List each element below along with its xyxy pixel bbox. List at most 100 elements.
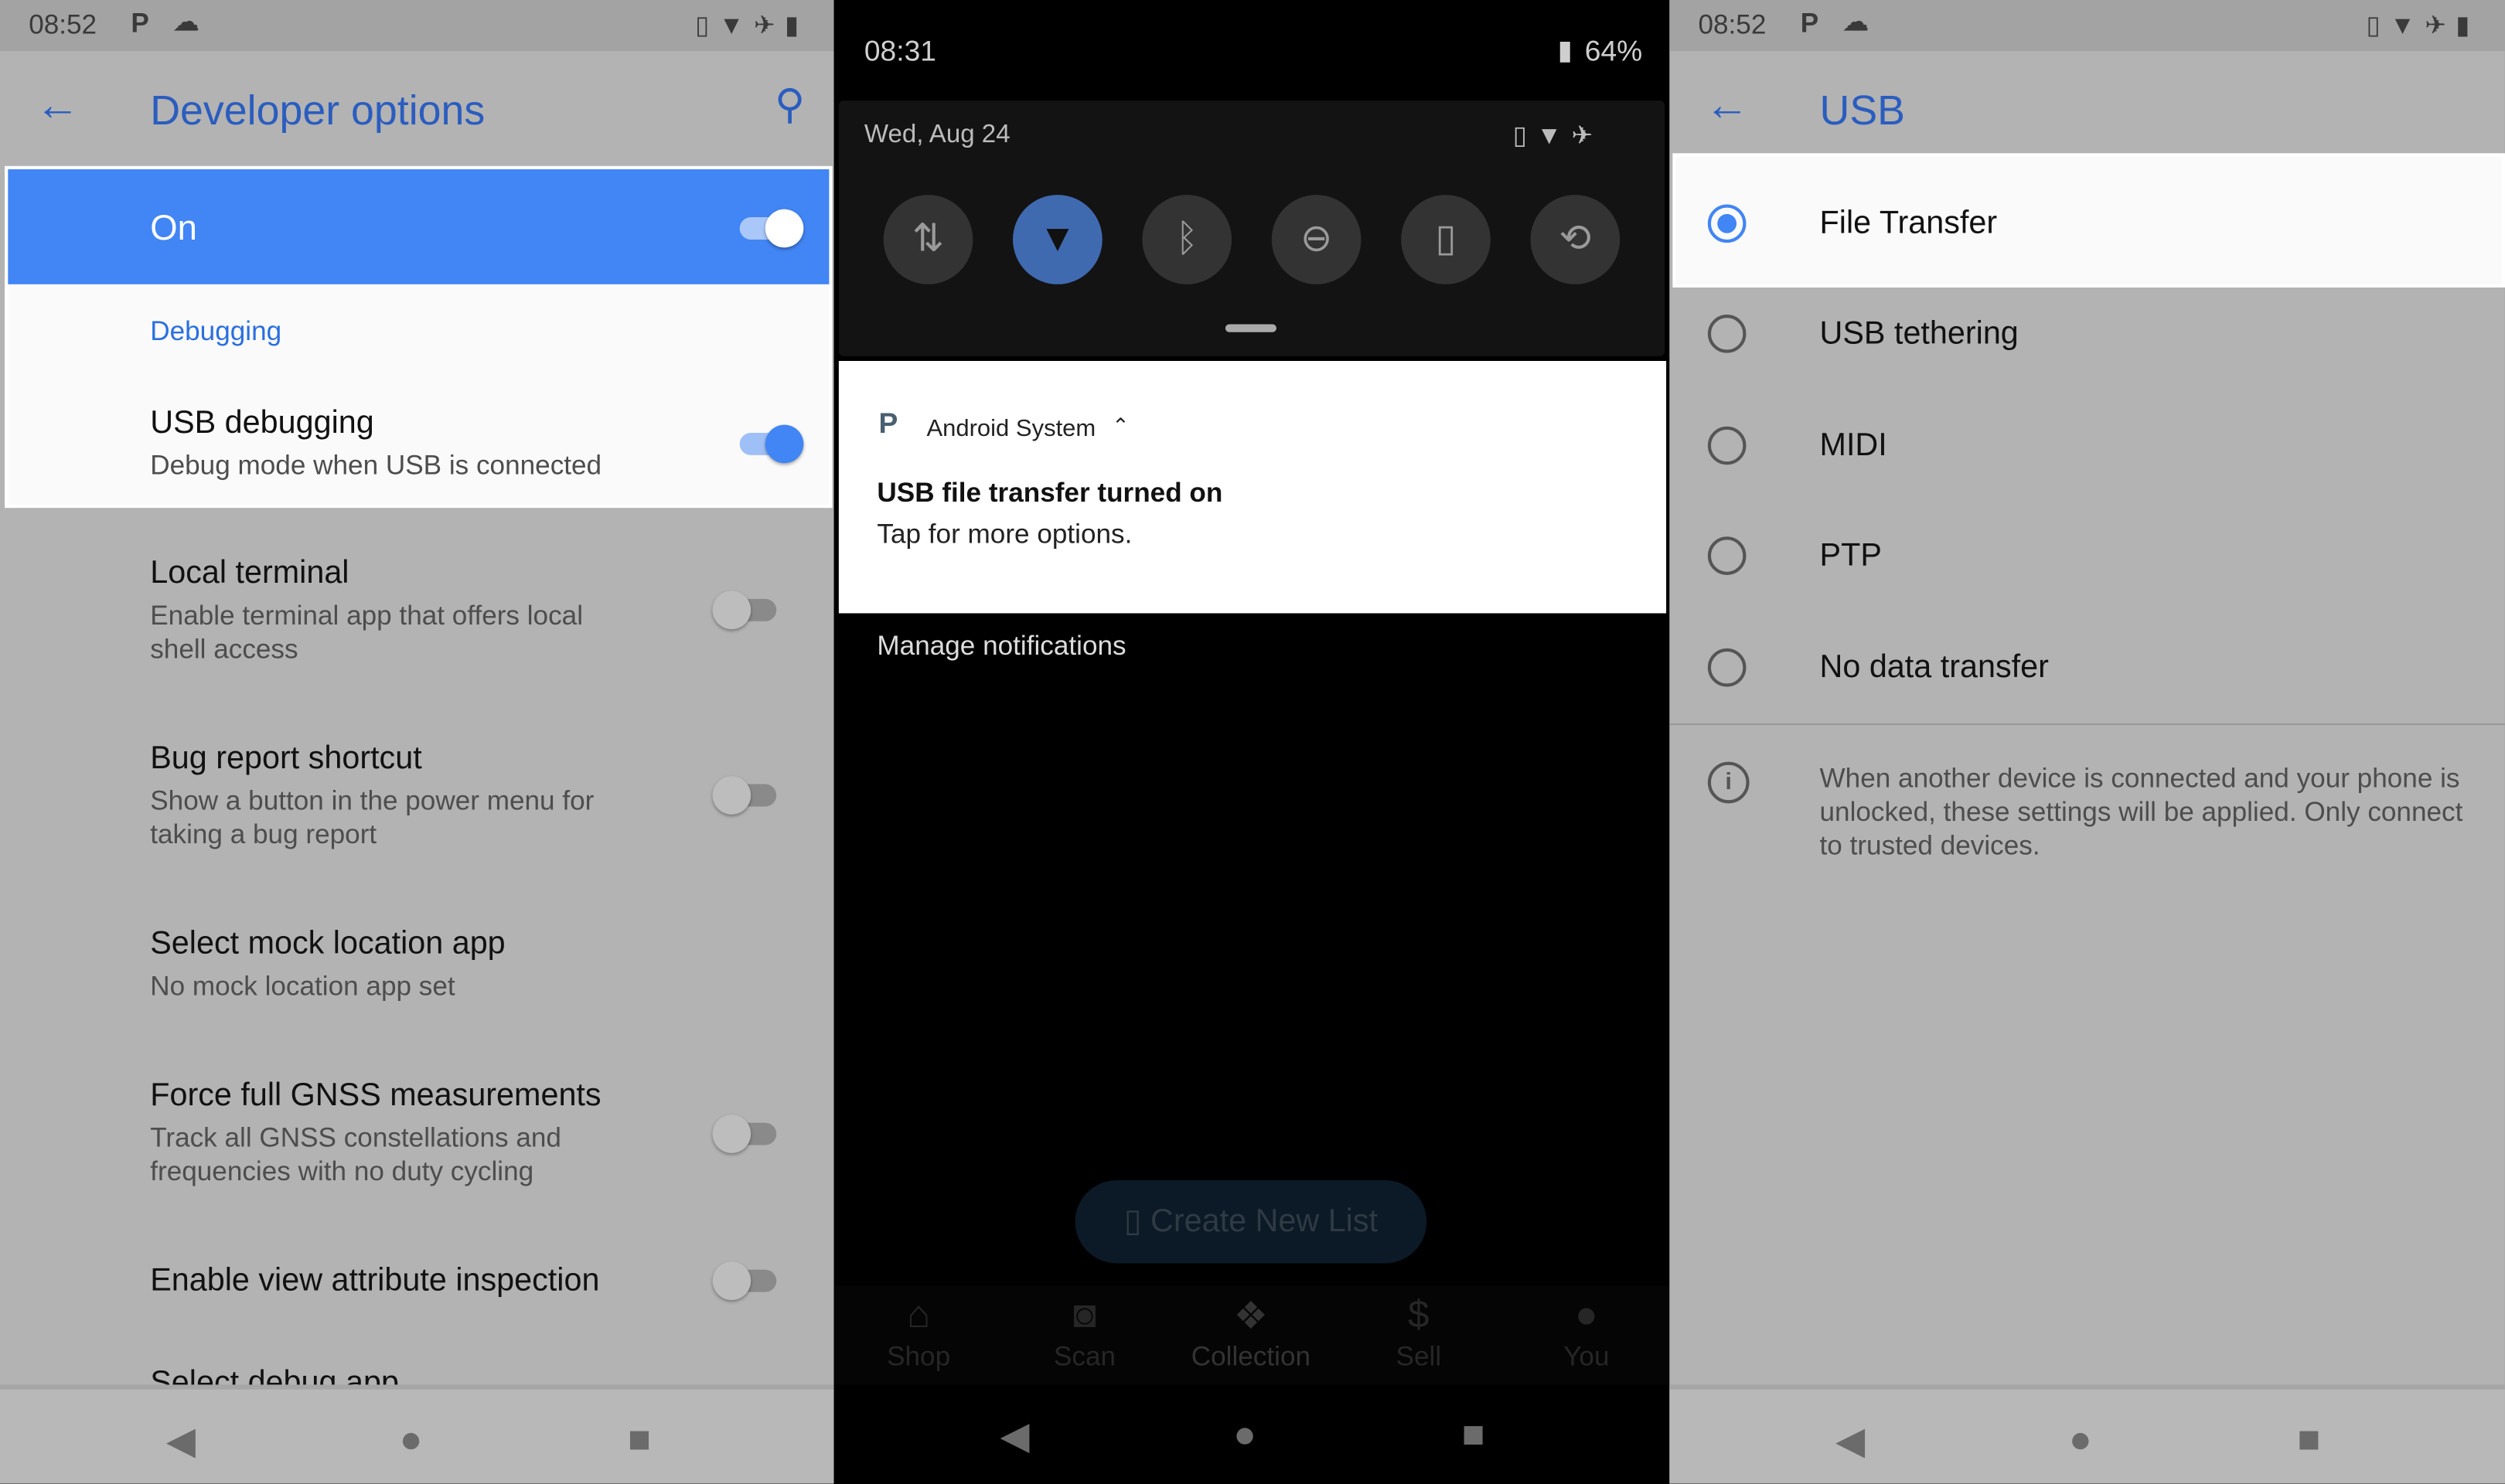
nav-recents-icon[interactable]: ■ <box>1462 1414 1485 1458</box>
radio-unselected[interactable] <box>1707 315 1747 353</box>
usb-preferences-screen: 08:52 P ☁ ▯▼✈▮ ← USB File Transfer USB t… <box>1669 0 2505 1484</box>
setting-subtitle: Track all GNSS constellations and freque… <box>150 1122 561 1187</box>
notification-shade: 08:31 ▮ 64% Wed, Aug 24 ▯▼✈ ⇅ ▼ ᛒ ⊖ ▯ ⟲ … <box>833 0 1670 1484</box>
do-not-disturb-icon[interactable]: ⊖ <box>1271 195 1362 284</box>
dimmed-app-background <box>833 613 1670 1387</box>
system-status-icons: ▯▼✈▮ <box>695 12 809 40</box>
page-title: Developer options <box>150 86 486 134</box>
setting-title: Force full GNSS measurements <box>150 1077 602 1114</box>
view-attribute-toggle[interactable] <box>712 1261 777 1300</box>
section-header-debugging: Debugging <box>150 316 282 347</box>
tab-label: Shop <box>887 1341 951 1372</box>
drag-handle[interactable] <box>1225 324 1276 332</box>
person-icon: ● <box>1574 1293 1598 1337</box>
option-usb-tethering[interactable]: USB tethering <box>1669 280 2505 392</box>
create-new-list-label: Create New List <box>1150 1203 1379 1240</box>
tab-label: You <box>1563 1341 1610 1372</box>
notification-title: USB file transfer turned on <box>877 477 1223 509</box>
system-status-icons: ▯▼✈▮ <box>2366 12 2479 40</box>
usb-notification[interactable]: P Android System ⌃ USB file transfer tur… <box>837 359 1668 615</box>
parking-icon: P <box>1800 8 1819 39</box>
option-file-transfer[interactable]: File Transfer <box>1669 168 2505 280</box>
battery-icon: ▮ <box>1557 35 1573 66</box>
navigation-bar: ◀ ● ■ <box>1669 1384 2505 1484</box>
cloud-icon: ☁ <box>1842 6 1869 37</box>
flashlight-icon[interactable]: ▯ <box>1401 195 1491 284</box>
nav-back-icon[interactable]: ◀ <box>1000 1414 1030 1460</box>
status-bar: 08:52 P ☁ ▯▼✈▮ <box>0 0 834 52</box>
setting-subtitle: Show a button in the power menu for taki… <box>150 785 595 850</box>
setting-title: Local terminal <box>150 556 349 591</box>
battery-percent: 64% <box>1584 35 1643 67</box>
option-no-data-transfer[interactable]: No data transfer <box>1669 613 2505 725</box>
search-icon[interactable]: ⚲ <box>775 80 805 129</box>
status-time: 08:52 <box>29 9 97 40</box>
nav-recents-icon[interactable]: ■ <box>2297 1418 2320 1463</box>
page-title: USB <box>1819 86 1905 134</box>
parking-icon: P <box>131 8 149 39</box>
option-label: No data transfer <box>1819 649 2049 686</box>
auto-rotate-icon[interactable]: ⟲ <box>1530 195 1621 284</box>
local-terminal-toggle[interactable] <box>712 591 777 630</box>
option-midi[interactable]: MIDI <box>1669 391 2505 503</box>
master-switch-row[interactable]: On <box>8 169 830 284</box>
usb-debugging-toggle[interactable] <box>733 424 804 464</box>
dollar-icon: $ <box>1408 1293 1430 1337</box>
clipboard-icon: ▯ <box>1123 1203 1142 1240</box>
tab-scan: ◙ Scan <box>1021 1294 1148 1373</box>
gnss-toggle[interactable] <box>712 1115 777 1153</box>
tab-label: Sell <box>1396 1341 1442 1372</box>
shop-icon: ⌂ <box>907 1293 931 1337</box>
option-label: USB tethering <box>1819 316 2019 352</box>
create-new-list-button: ▯ Create New List <box>1075 1179 1427 1264</box>
mobile-data-icon[interactable]: ⇅ <box>883 195 973 284</box>
android-system-icon: P <box>878 407 898 440</box>
radio-unselected[interactable] <box>1707 426 1747 465</box>
app-bar: ← Developer options ⚲ <box>0 51 834 166</box>
bug-report-toggle[interactable] <box>712 776 777 815</box>
option-label: MIDI <box>1819 427 1887 464</box>
wifi-icon[interactable]: ▼ <box>1013 195 1103 284</box>
navigation-bar: ◀ ● ■ <box>833 1384 1670 1484</box>
nav-home-icon[interactable]: ● <box>1233 1414 1256 1458</box>
tab-you: ● You <box>1522 1294 1650 1373</box>
setting-title: Select mock location app <box>150 926 506 962</box>
manage-notifications-button[interactable]: Manage notifications <box>877 631 1126 662</box>
divider <box>1669 723 2505 726</box>
master-switch-label: On <box>150 207 197 248</box>
option-ptp[interactable]: PTP <box>1669 502 2505 614</box>
setting-mock-location-app[interactable]: Select mock location app No mock locatio… <box>150 926 833 1002</box>
cloud-icon: ☁ <box>172 6 200 37</box>
bluetooth-icon[interactable]: ᛒ <box>1142 195 1232 284</box>
tab-collection: ❖ Collection <box>1187 1294 1314 1373</box>
tab-label: Collection <box>1191 1341 1311 1372</box>
back-arrow-icon[interactable]: ← <box>1705 80 1750 131</box>
tab-shop: ⌂ Shop <box>854 1294 982 1373</box>
radio-unselected[interactable] <box>1707 536 1747 575</box>
navigation-bar: ◀ ● ■ <box>0 1384 834 1484</box>
master-toggle[interactable] <box>733 209 804 248</box>
expand-chevron-icon[interactable]: ⌃ <box>1112 414 1130 439</box>
nav-home-icon[interactable]: ● <box>2069 1418 2092 1463</box>
tab-label: Scan <box>1053 1341 1116 1372</box>
back-arrow-icon[interactable]: ← <box>35 80 80 131</box>
setting-subtitle: No mock location app set <box>150 971 455 1002</box>
nav-back-icon[interactable]: ◀ <box>166 1418 196 1465</box>
nav-recents-icon[interactable]: ■ <box>628 1418 651 1463</box>
nav-home-icon[interactable]: ● <box>400 1418 423 1463</box>
setting-title: USB debugging <box>150 405 374 441</box>
radio-selected[interactable] <box>1707 204 1747 243</box>
developer-options-screen: 08:52 P ☁ ▯▼✈▮ ← Developer options ⚲ On … <box>0 0 834 1484</box>
status-bar: 08:52 P ☁ ▯▼✈▮ <box>1669 0 2505 52</box>
info-icon: i <box>1707 761 1750 804</box>
option-label: File Transfer <box>1819 206 1998 242</box>
highlighted-region: On Debugging USB debugging Debug mode wh… <box>5 165 833 509</box>
radio-unselected[interactable] <box>1707 648 1747 687</box>
notification-app-name: Android System <box>926 415 1096 443</box>
box-icon: ❖ <box>1233 1295 1269 1339</box>
option-label: PTP <box>1819 538 1882 574</box>
nav-back-icon[interactable]: ◀ <box>1835 1418 1865 1465</box>
setting-usb-debugging[interactable]: USB debugging Debug mode when USB is con… <box>150 406 829 482</box>
setting-title: Bug report shortcut <box>150 740 422 777</box>
notification-text: Tap for more options. <box>877 519 1133 550</box>
